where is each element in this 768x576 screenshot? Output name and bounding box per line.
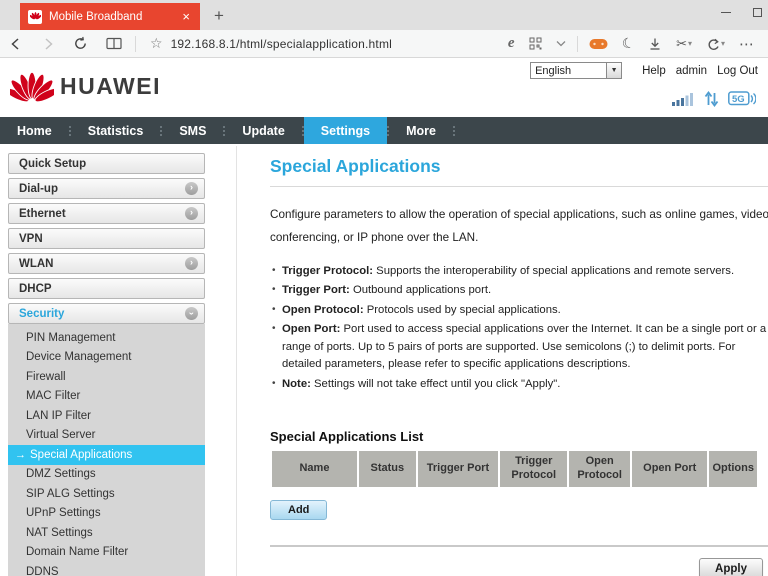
- browser-tab[interactable]: Mobile Broadband ×: [20, 3, 200, 30]
- admin-link[interactable]: admin: [676, 65, 707, 77]
- add-button[interactable]: Add: [270, 500, 327, 520]
- list-title: Special Applications List: [270, 429, 768, 444]
- nav-statistics[interactable]: Statistics: [71, 117, 161, 144]
- svg-text:5G: 5G: [732, 94, 745, 105]
- web-clip-scissors-icon[interactable]: ✂▾: [669, 36, 699, 52]
- special-applications-table: Name Status Trigger Port Trigger Protoco…: [270, 449, 759, 489]
- page-header: HUAWEI English ▼ Help admin Log Out: [0, 58, 768, 117]
- window-maximize-icon[interactable]: [753, 8, 762, 17]
- new-tab-button[interactable]: +: [200, 6, 238, 30]
- apply-button[interactable]: Apply: [699, 558, 763, 576]
- submenu-dmz-settings[interactable]: DMZ Settings: [8, 465, 205, 485]
- apply-divider: [270, 545, 768, 547]
- address-bar[interactable]: ☆ 192.168.8.1/html/specialapplication.ht…: [140, 30, 501, 57]
- refresh-icon[interactable]: [64, 36, 97, 51]
- open-with-ie-icon[interactable]: e: [501, 35, 522, 52]
- col-open-protocol: Open Protocol: [569, 451, 630, 487]
- help-link[interactable]: Help: [642, 65, 666, 77]
- chevron-down-icon[interactable]: [549, 40, 573, 47]
- updown-traffic-icon: [704, 91, 719, 112]
- submenu-virtual-server[interactable]: Virtual Server: [8, 426, 205, 446]
- more-options-icon[interactable]: ⋯: [732, 35, 762, 53]
- submenu-device-management[interactable]: Device Management: [8, 348, 205, 368]
- col-status: Status: [359, 451, 416, 487]
- col-open-port: Open Port: [632, 451, 707, 487]
- content-panel: Special Applications Configure parameter…: [236, 146, 768, 576]
- submenu-ddns[interactable]: DDNS: [8, 562, 205, 576]
- signal-strength-icon: [672, 92, 695, 111]
- settings-sidebar: Quick Setup Dial-up › Ethernet › VPN WLA…: [8, 153, 205, 576]
- tab-title: Mobile Broadband: [49, 11, 180, 23]
- col-name: Name: [272, 451, 357, 487]
- nav-home[interactable]: Home: [0, 117, 69, 144]
- dark-mode-moon-icon[interactable]: ☾: [615, 35, 642, 52]
- sidebar-item-dial-up[interactable]: Dial-up ›: [8, 178, 205, 199]
- reading-view-icon[interactable]: [97, 37, 131, 50]
- tab-close-icon[interactable]: ×: [180, 9, 192, 24]
- nav-more[interactable]: More: [389, 117, 453, 144]
- logout-link[interactable]: Log Out: [717, 65, 758, 77]
- bullet-trigger-port: Trigger Port: Outbound applications port…: [270, 282, 768, 300]
- toolbar-separator: [135, 36, 136, 52]
- browser-toolbar: ☆ 192.168.8.1/html/specialapplication.ht…: [0, 30, 768, 58]
- sidebar-item-wlan[interactable]: WLAN ›: [8, 253, 205, 274]
- intro-text: Configure parameters to allow the operat…: [270, 204, 768, 250]
- page-title: Special Applications: [270, 156, 768, 187]
- bullet-trigger-protocol: Trigger Protocol: Supports the interoper…: [270, 263, 768, 281]
- sidebar-item-vpn[interactable]: VPN: [8, 228, 205, 249]
- sidebar-item-quick-setup[interactable]: Quick Setup: [8, 153, 205, 174]
- brand-logo: HUAWEI: [10, 67, 161, 105]
- chevron-right-icon: ›: [185, 207, 198, 220]
- security-submenu: PIN Management Device Management Firewal…: [8, 324, 205, 576]
- chevron-right-icon: ›: [185, 257, 198, 270]
- share-undo-icon[interactable]: ▾: [699, 37, 732, 51]
- submenu-special-applications[interactable]: → Special Applications: [8, 445, 205, 465]
- qr-code-icon[interactable]: [522, 37, 549, 50]
- main-nav: Home Statistics SMS Update Settings More: [0, 117, 768, 144]
- window-minimize-icon[interactable]: [721, 12, 731, 13]
- network-mode-5g-icon: 5G: [728, 90, 756, 112]
- col-trigger-protocol: Trigger Protocol: [500, 451, 567, 487]
- huawei-logo-icon: [10, 67, 54, 105]
- language-dropdown-icon[interactable]: ▼: [606, 63, 621, 78]
- brand-name: HUAWEI: [60, 73, 161, 100]
- submenu-firewall[interactable]: Firewall: [8, 367, 205, 387]
- submenu-mac-filter[interactable]: MAC Filter: [8, 387, 205, 407]
- browser-tab-strip: Mobile Broadband × +: [0, 0, 768, 30]
- submenu-sip-alg-settings[interactable]: SIP ALG Settings: [8, 484, 205, 504]
- favorite-star-icon[interactable]: ☆: [140, 35, 171, 52]
- bullet-list: Trigger Protocol: Supports the interoper…: [270, 263, 768, 394]
- bullet-note: Note: Settings will not take effect unti…: [270, 376, 768, 394]
- download-icon[interactable]: [641, 37, 669, 51]
- language-value: English: [535, 65, 571, 77]
- bullet-open-protocol: Open Protocol: Protocols used by special…: [270, 302, 768, 320]
- back-icon[interactable]: [0, 37, 32, 51]
- sidebar-item-ethernet[interactable]: Ethernet ›: [8, 203, 205, 224]
- col-options: Options: [709, 451, 757, 487]
- nav-settings[interactable]: Settings: [304, 117, 387, 144]
- nav-separator: [453, 126, 455, 136]
- chevron-right-icon: ›: [185, 182, 198, 195]
- submenu-domain-name-filter[interactable]: Domain Name Filter: [8, 543, 205, 563]
- submenu-upnp-settings[interactable]: UPnP Settings: [8, 504, 205, 524]
- submenu-pin-management[interactable]: PIN Management: [8, 328, 205, 348]
- language-select[interactable]: English ▼: [530, 62, 622, 79]
- nav-update[interactable]: Update: [225, 117, 301, 144]
- selected-arrow-icon: →: [15, 449, 26, 461]
- toolbar-separator: [577, 36, 578, 52]
- chevron-down-icon: ›: [185, 307, 198, 320]
- col-trigger-port: Trigger Port: [418, 451, 499, 487]
- submenu-lan-ip-filter[interactable]: LAN IP Filter: [8, 406, 205, 426]
- bullet-open-port: Open Port: Port used to access special a…: [270, 321, 768, 374]
- url-text[interactable]: 192.168.8.1/html/specialapplication.html: [171, 37, 392, 51]
- forward-icon[interactable]: [32, 37, 64, 51]
- sidebar-item-dhcp[interactable]: DHCP: [8, 278, 205, 299]
- huawei-favicon-icon: [28, 10, 42, 24]
- submenu-nat-settings[interactable]: NAT Settings: [8, 523, 205, 543]
- table-header-row: Name Status Trigger Port Trigger Protoco…: [272, 451, 757, 487]
- games-extension-icon[interactable]: [582, 38, 615, 50]
- nav-sms[interactable]: SMS: [162, 117, 223, 144]
- sidebar-item-security[interactable]: Security ›: [8, 303, 205, 324]
